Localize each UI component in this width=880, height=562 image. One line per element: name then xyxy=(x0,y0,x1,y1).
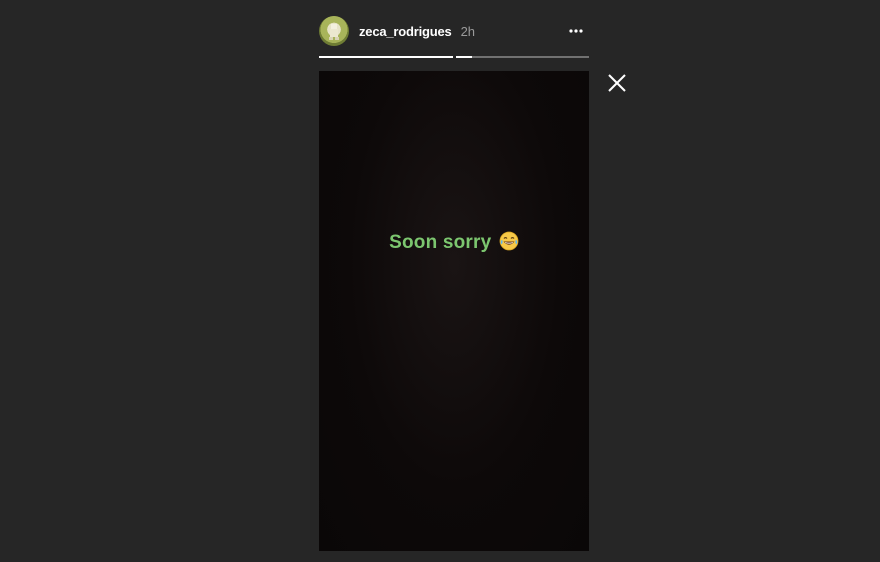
post-time: 2h xyxy=(460,23,476,39)
face-with-tears-of-joy-icon xyxy=(499,231,519,251)
story-progress xyxy=(319,56,589,58)
close-icon[interactable] xyxy=(606,72,628,94)
progress-fill xyxy=(455,56,472,58)
avatar[interactable] xyxy=(319,16,349,46)
progress-segment xyxy=(455,56,589,58)
progress-segment xyxy=(319,56,453,58)
profile-photo-icon xyxy=(329,24,339,40)
story-viewer: zeca_rodrigues 2h Soon sorry xyxy=(0,0,880,562)
progress-fill xyxy=(319,56,453,58)
story-caption: Soon sorry xyxy=(319,231,589,254)
story-content[interactable]: Soon sorry xyxy=(319,71,589,551)
username[interactable]: zeca_rodrigues xyxy=(359,24,452,39)
story-header: zeca_rodrigues 2h xyxy=(319,15,589,47)
story-text: Soon sorry xyxy=(389,232,492,253)
more-icon[interactable] xyxy=(568,24,584,36)
